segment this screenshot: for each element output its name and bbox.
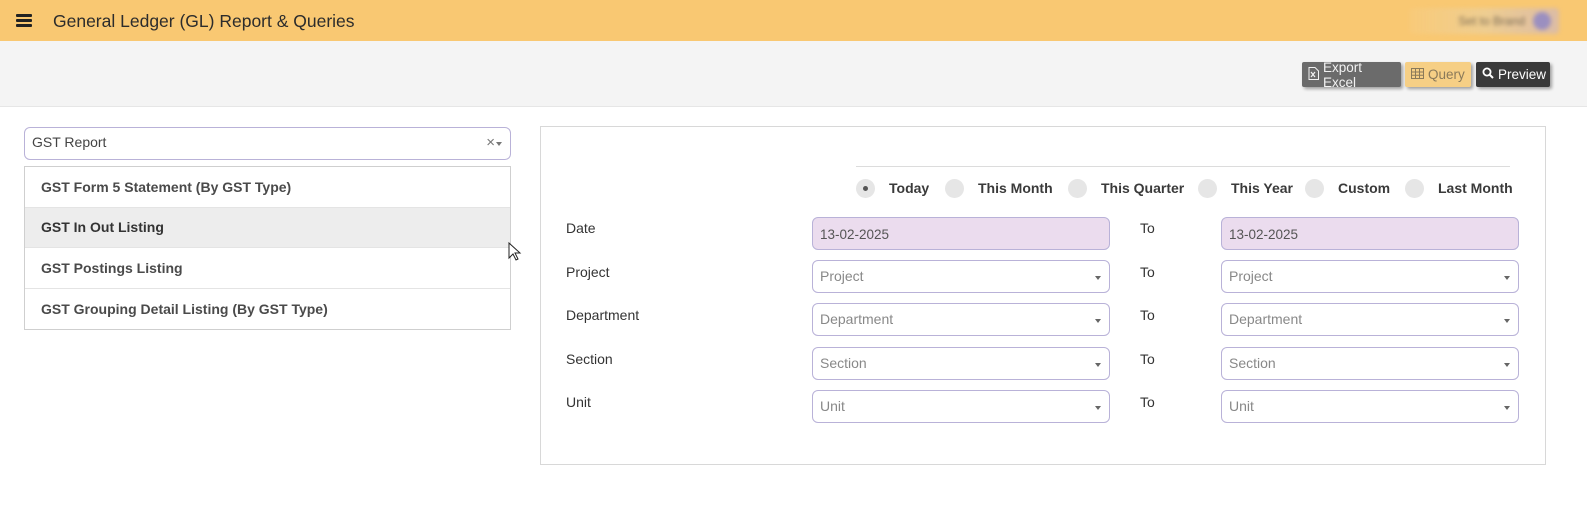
radio-label: This Month — [978, 180, 1053, 196]
chevron-down-icon — [1504, 276, 1510, 280]
department-to-placeholder: Department — [1229, 311, 1303, 327]
user-menu-label: Set to Brand — [1458, 14, 1525, 28]
radio-label: Custom — [1338, 180, 1391, 196]
section-label: Section — [566, 351, 613, 367]
radio-button[interactable] — [1405, 178, 1424, 198]
to-label: To — [1140, 351, 1155, 367]
mouse-cursor-icon — [508, 242, 522, 261]
project-from-select[interactable]: Project — [812, 260, 1110, 293]
search-icon — [1482, 67, 1494, 82]
radio-button[interactable] — [1198, 178, 1217, 198]
page-title: General Ledger (GL) Report & Queries — [53, 11, 355, 31]
divider — [856, 166, 1510, 167]
toolbar: Export Excel Query Preview — [0, 41, 1587, 107]
dropdown-option[interactable]: GST In Out Listing — [25, 207, 510, 248]
department-from-placeholder: Department — [820, 311, 894, 327]
section-from-select[interactable]: Section — [812, 347, 1110, 380]
report-type-value: GST Report — [32, 134, 107, 150]
section-to-placeholder: Section — [1229, 355, 1276, 371]
report-dropdown-list: GST Form 5 Statement (By GST Type) GST I… — [24, 166, 511, 330]
app-header: General Ledger (GL) Report & Queries Set… — [0, 0, 1587, 41]
chevron-down-icon — [1095, 276, 1101, 280]
unit-label: Unit — [566, 394, 591, 410]
radio-this-month[interactable]: This Month — [945, 177, 1053, 199]
to-label: To — [1140, 264, 1155, 280]
unit-from-select[interactable]: Unit — [812, 390, 1110, 423]
radio-custom[interactable]: Custom — [1305, 177, 1390, 199]
radio-this-year[interactable]: This Year — [1198, 177, 1293, 199]
chevron-down-icon — [1095, 363, 1101, 367]
date-from-value: 13-02-2025 — [820, 227, 890, 242]
radio-button[interactable] — [945, 178, 964, 198]
date-from-field[interactable]: 13-02-2025 — [812, 217, 1110, 250]
chevron-down-icon — [1504, 363, 1510, 367]
radio-label: Last Month — [1438, 180, 1513, 196]
to-label: To — [1140, 220, 1155, 236]
radio-label: This Year — [1231, 180, 1294, 196]
project-label: Project — [566, 264, 610, 280]
export-excel-button[interactable]: Export Excel — [1302, 59, 1401, 90]
date-to-field[interactable]: 13-02-2025 — [1221, 217, 1519, 250]
department-to-select[interactable]: Department — [1221, 303, 1519, 336]
excel-file-icon — [1308, 66, 1319, 83]
project-from-placeholder: Project — [820, 268, 864, 284]
dropdown-option[interactable]: GST Form 5 Statement (By GST Type) — [25, 167, 510, 208]
hamburger-menu-icon[interactable] — [16, 14, 32, 27]
avatar — [1533, 12, 1551, 30]
radio-button[interactable] — [1068, 178, 1087, 198]
radio-label: This Quarter — [1101, 180, 1185, 196]
chevron-down-icon — [1504, 319, 1510, 323]
dropdown-option[interactable]: GST Grouping Detail Listing (By GST Type… — [25, 289, 510, 330]
unit-to-select[interactable]: Unit — [1221, 390, 1519, 423]
chevron-down-icon — [1504, 406, 1510, 410]
table-icon — [1411, 67, 1424, 82]
date-to-value: 13-02-2025 — [1229, 227, 1299, 242]
query-button[interactable]: Query — [1405, 62, 1471, 87]
department-label: Department — [566, 307, 640, 323]
preview-label: Preview — [1498, 67, 1547, 82]
project-to-select[interactable]: Project — [1221, 260, 1519, 293]
date-label: Date — [566, 220, 596, 236]
radio-this-quarter[interactable]: This Quarter — [1068, 177, 1184, 199]
radio-label: Today — [889, 180, 930, 196]
preview-button[interactable]: Preview — [1476, 62, 1550, 87]
radio-last-month[interactable]: Last Month — [1405, 177, 1513, 199]
radio-button[interactable] — [1305, 178, 1324, 198]
export-excel-label: Export Excel — [1323, 59, 1363, 90]
project-to-placeholder: Project — [1229, 268, 1273, 284]
report-type-select[interactable]: GST Report × — [24, 127, 511, 160]
unit-to-placeholder: Unit — [1229, 398, 1254, 414]
section-from-placeholder: Section — [820, 355, 867, 371]
department-from-select[interactable]: Department — [812, 303, 1110, 336]
chevron-down-icon[interactable] — [496, 142, 502, 146]
user-menu[interactable]: Set to Brand — [1409, 8, 1559, 34]
radio-today[interactable]: Today — [856, 177, 929, 199]
dropdown-option[interactable]: GST Postings Listing — [25, 248, 510, 289]
to-label: To — [1140, 394, 1155, 410]
to-label: To — [1140, 307, 1155, 323]
chevron-down-icon — [1095, 319, 1101, 323]
clear-icon[interactable]: × — [486, 134, 495, 151]
section-to-select[interactable]: Section — [1221, 347, 1519, 380]
chevron-down-icon — [1095, 406, 1101, 410]
radio-button[interactable] — [856, 178, 875, 198]
unit-from-placeholder: Unit — [820, 398, 845, 414]
query-label: Query — [1428, 67, 1465, 82]
